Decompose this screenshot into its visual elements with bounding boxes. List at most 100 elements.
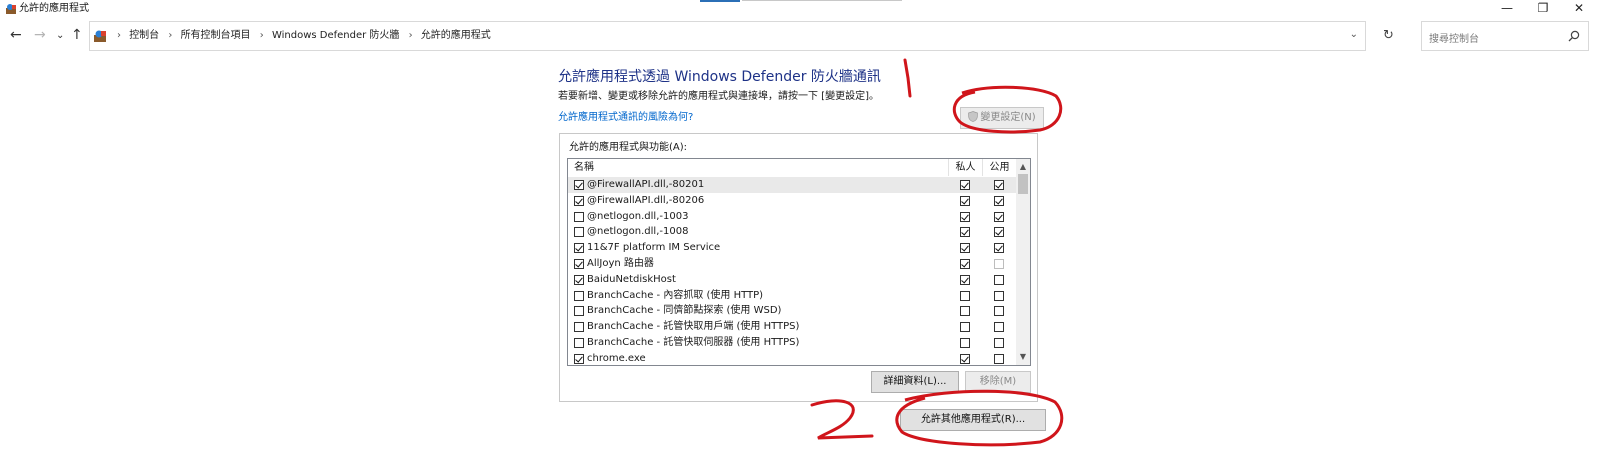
private-checkbox[interactable] [960, 353, 970, 364]
public-checkbox[interactable] [994, 353, 1004, 364]
app-row[interactable]: @FirewallAPI.dll,-80201 [568, 177, 1018, 193]
title-bar-line [742, 0, 902, 1]
public-checkbox[interactable] [994, 195, 1004, 206]
column-divider[interactable] [948, 159, 949, 176]
private-checkbox[interactable] [960, 243, 970, 254]
app-enabled-checkbox[interactable] [574, 274, 584, 285]
private-checkbox[interactable] [960, 322, 970, 333]
app-enabled-checkbox[interactable] [574, 353, 584, 364]
app-rows: @FirewallAPI.dll,-80201 @FirewallAPI.dll,… [568, 177, 1018, 365]
public-checkbox[interactable] [994, 258, 1004, 269]
private-checkbox[interactable] [960, 306, 970, 317]
navigation-bar: ← → ⌄ ↑ › 控制台 › 所有控制台項目 › Windows Defend… [0, 20, 1600, 52]
private-checkbox[interactable] [960, 274, 970, 285]
public-checkbox[interactable] [994, 290, 1004, 301]
app-name: chrome.exe [587, 352, 646, 364]
private-checkbox[interactable] [960, 180, 970, 190]
vertical-scrollbar[interactable]: ▲ ▼ [1016, 159, 1030, 365]
search-box[interactable]: 搜尋控制台 [1421, 21, 1589, 51]
app-name: @FirewallAPI.dll,-80201 [587, 179, 705, 190]
app-enabled-checkbox[interactable] [574, 258, 584, 269]
address-dropdown-button[interactable]: ⌄ [1350, 29, 1358, 40]
column-header-private[interactable]: 私人 [950, 159, 981, 176]
allowed-apps-group: 允許的應用程式與功能(A): 名稱 私人 公用 @FirewallAPI.dll… [559, 133, 1038, 402]
public-checkbox[interactable] [994, 180, 1004, 190]
column-divider[interactable] [982, 159, 983, 176]
risk-info-link[interactable]: 允許應用程式通訊的風險為何? [558, 112, 693, 124]
public-checkbox[interactable] [994, 243, 1004, 254]
app-name: BranchCache - 託管快取用戶端 (使用 HTTPS) [587, 321, 800, 333]
breadcrumb: › 控制台 › 所有控制台項目 › Windows Defender 防火牆 ›… [111, 30, 491, 42]
app-name: BaiduNetdiskHost [587, 273, 676, 285]
app-enabled-checkbox[interactable] [574, 306, 584, 317]
breadcrumb-separator: › [117, 30, 121, 41]
app-row[interactable]: BranchCache - 同儕節點探索 (使用 WSD) [568, 303, 1018, 319]
public-checkbox[interactable] [994, 306, 1004, 317]
breadcrumb-separator[interactable]: › [168, 30, 172, 41]
private-checkbox[interactable] [960, 337, 970, 348]
breadcrumb-all-items[interactable]: 所有控制台項目 [181, 30, 251, 41]
app-row[interactable]: BranchCache - 內容抓取 (使用 HTTP) [568, 288, 1018, 304]
app-enabled-checkbox[interactable] [574, 211, 584, 222]
recent-locations-button[interactable]: ⌄ [56, 29, 64, 43]
allowed-apps-list[interactable]: 名稱 私人 公用 @FirewallAPI.dll,-80201 @Firewal… [567, 158, 1031, 366]
remove-button[interactable]: 移除(M) [965, 371, 1031, 393]
shield-icon [968, 111, 979, 122]
search-icon[interactable] [1568, 30, 1580, 42]
breadcrumb-separator[interactable]: › [260, 30, 264, 41]
app-enabled-checkbox[interactable] [574, 227, 584, 238]
app-row[interactable]: BaiduNetdiskHost [568, 272, 1018, 288]
app-name: BranchCache - 託管快取伺服器 (使用 HTTPS) [587, 336, 800, 348]
close-button[interactable]: ✕ [1556, 0, 1600, 18]
allowed-apps-label: 允許的應用程式與功能(A): [569, 142, 688, 153]
breadcrumb-separator[interactable]: › [409, 30, 413, 41]
column-header-public[interactable]: 公用 [984, 159, 1015, 176]
app-enabled-checkbox[interactable] [574, 180, 584, 190]
app-name: @FirewallAPI.dll,-80206 [587, 194, 705, 206]
public-checkbox[interactable] [994, 322, 1004, 333]
column-header-name[interactable]: 名稱 [574, 159, 594, 176]
app-enabled-checkbox[interactable] [574, 243, 584, 254]
private-checkbox[interactable] [960, 227, 970, 238]
app-row[interactable]: chrome.exe [568, 351, 1018, 365]
breadcrumb-firewall[interactable]: Windows Defender 防火牆 [272, 30, 399, 41]
breadcrumb-allowed-apps[interactable]: 允許的應用程式 [421, 30, 491, 41]
scrollbar-thumb[interactable] [1018, 174, 1028, 194]
public-checkbox[interactable] [994, 274, 1004, 285]
title-bar-accent [700, 0, 740, 2]
app-row[interactable]: BranchCache - 託管快取用戶端 (使用 HTTPS) [568, 319, 1018, 335]
title-bar: 允許的應用程式 — ❐ ✕ [0, 0, 1600, 18]
app-enabled-checkbox[interactable] [574, 322, 584, 333]
app-name: BranchCache - 內容抓取 (使用 HTTP) [587, 289, 764, 301]
breadcrumb-control-panel[interactable]: 控制台 [129, 30, 159, 41]
public-checkbox[interactable] [994, 337, 1004, 348]
address-bar[interactable]: › 控制台 › 所有控制台項目 › Windows Defender 防火牆 ›… [89, 21, 1366, 51]
public-checkbox[interactable] [994, 227, 1004, 238]
refresh-button[interactable]: ↻ [1383, 29, 1394, 42]
private-checkbox[interactable] [960, 211, 970, 222]
app-name: AllJoyn 路由器 [587, 257, 654, 269]
search-input[interactable]: 搜尋控制台 [1429, 30, 1479, 45]
app-enabled-checkbox[interactable] [574, 195, 584, 206]
forward-button[interactable]: → [34, 28, 46, 42]
private-checkbox[interactable] [960, 258, 970, 269]
app-row[interactable]: AllJoyn 路由器 [568, 256, 1018, 272]
app-enabled-checkbox[interactable] [574, 290, 584, 301]
app-row[interactable]: @netlogon.dll,-1003 [568, 209, 1018, 225]
details-button[interactable]: 詳細資料(L)... [871, 371, 959, 393]
up-button[interactable]: ↑ [71, 28, 83, 42]
app-row[interactable]: @netlogon.dll,-1008 [568, 224, 1018, 240]
allow-another-app-button[interactable]: 允許其他應用程式(R)... [900, 409, 1046, 431]
scroll-up-button[interactable]: ▲ [1016, 160, 1030, 174]
private-checkbox[interactable] [960, 195, 970, 206]
app-row[interactable]: BranchCache - 託管快取伺服器 (使用 HTTPS) [568, 335, 1018, 351]
public-checkbox[interactable] [994, 211, 1004, 222]
app-row[interactable]: @FirewallAPI.dll,-80206 [568, 193, 1018, 209]
app-name: 11&7F platform IM Service [587, 242, 721, 254]
back-button[interactable]: ← [10, 28, 22, 42]
scroll-down-button[interactable]: ▼ [1016, 350, 1030, 364]
app-row[interactable]: 11&7F platform IM Service [568, 240, 1018, 256]
private-checkbox[interactable] [960, 290, 970, 301]
app-enabled-checkbox[interactable] [574, 337, 584, 348]
change-settings-button[interactable]: 變更設定(N) [960, 107, 1044, 129]
